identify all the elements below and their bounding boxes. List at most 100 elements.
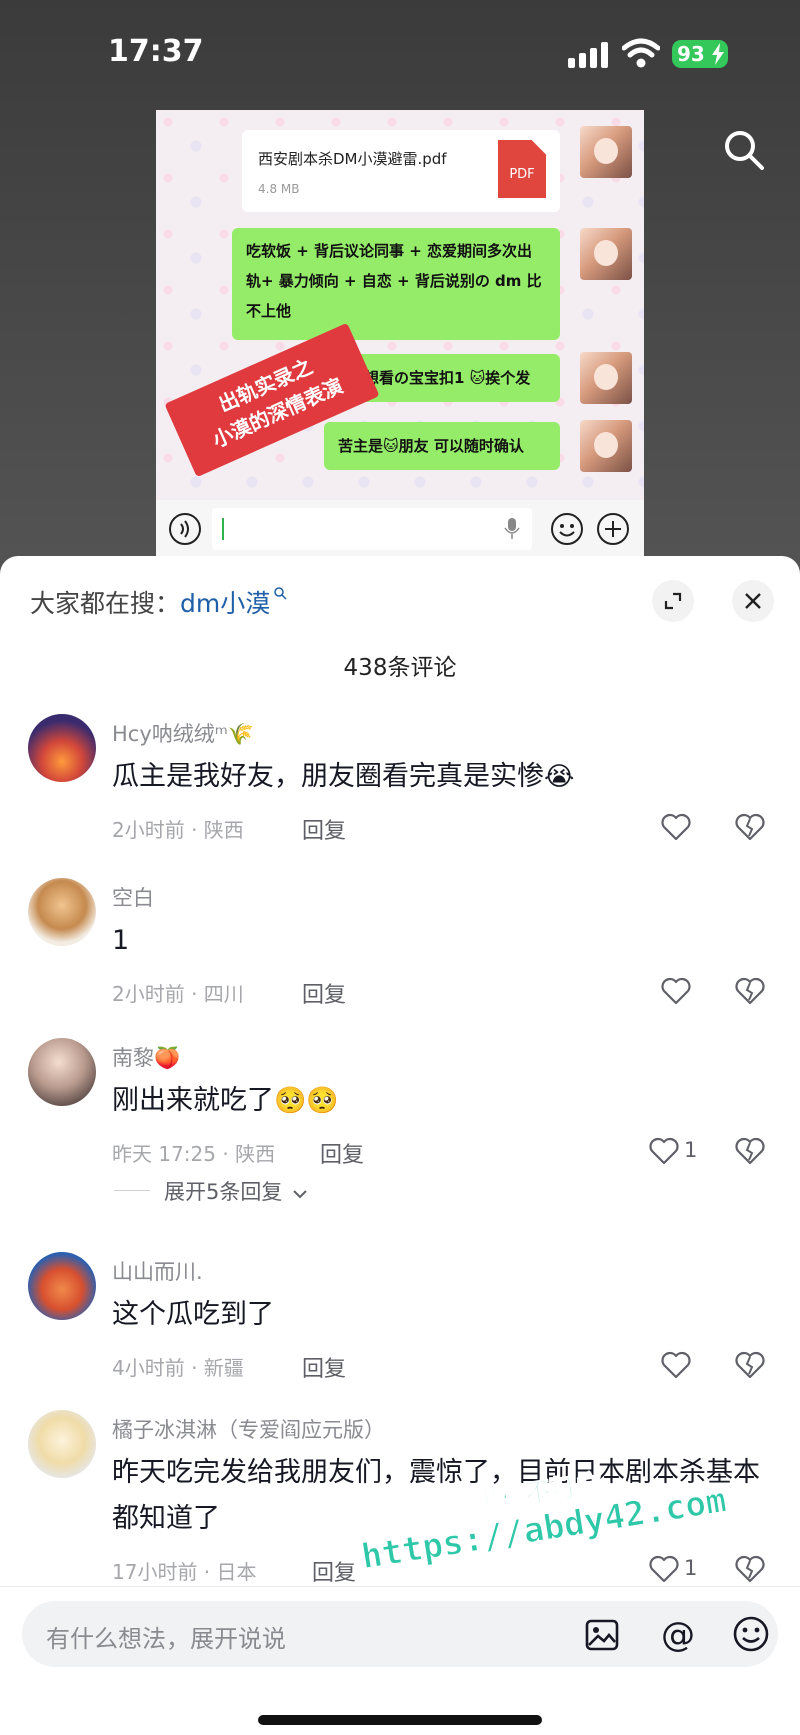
mention-button[interactable]: @ — [658, 1615, 698, 1655]
close-icon — [745, 593, 761, 609]
emoji-icon — [551, 513, 583, 545]
status-time: 17:37 — [108, 34, 204, 69]
expand-icon — [664, 592, 682, 610]
search-suggestion[interactable]: 大家都在搜：dm小漠 — [30, 584, 287, 620]
broken-heart-icon — [735, 813, 765, 841]
chat-avatar — [580, 420, 632, 472]
reply-button[interactable]: 回复 — [302, 1351, 346, 1383]
expand-replies-button[interactable]: 展开5条回复 — [164, 1176, 307, 1206]
comment-text: 1 — [112, 925, 130, 956]
pdf-icon: PDF — [498, 140, 546, 198]
chevron-down-icon — [293, 1190, 307, 1199]
expand-replies-label: 展开5条回复 — [164, 1180, 283, 1204]
close-button[interactable] — [732, 580, 774, 622]
comment-item: 山山而川. 这个瓜吃到了 4小时前 · 新疆 回复 — [0, 1252, 800, 1402]
chat-input-bar — [156, 500, 644, 558]
heart-icon — [661, 813, 691, 841]
comment-meta: 2小时前 · 陕西 — [112, 818, 244, 842]
comment-username[interactable]: 山山而川. — [112, 1256, 203, 1286]
avatar[interactable] — [28, 878, 96, 946]
broken-heart-icon — [735, 1137, 765, 1165]
like-button[interactable] — [648, 1136, 688, 1168]
comment-text: 瓜主是我好友，朋友圈看完真是实惨😭 — [112, 754, 772, 800]
comment-meta: 4小时前 · 新疆 — [112, 1356, 244, 1380]
charging-bolt-icon — [712, 43, 724, 65]
comment-username[interactable]: 橘子冰淇淋（专爱阎应元版） — [112, 1414, 385, 1444]
reply-button[interactable]: 回复 — [302, 813, 346, 845]
comment-count: 438条评论 — [343, 655, 457, 681]
comment-text: 刚出来就吃了🥺🥺 — [112, 1078, 772, 1124]
like-button[interactable] — [660, 1350, 700, 1382]
dislike-button[interactable] — [734, 1136, 774, 1168]
broken-heart-icon — [735, 977, 765, 1005]
comment-username[interactable]: 南黎🍑 — [112, 1042, 180, 1072]
comment-text: 这个瓜吃到了 — [112, 1299, 274, 1330]
avatar[interactable] — [28, 1410, 96, 1478]
home-indicator — [258, 1715, 542, 1725]
mic-icon — [504, 518, 520, 539]
comment-input-placeholder: 有什么想法，展开说说 — [46, 1625, 286, 1653]
chat-text-input — [212, 508, 532, 550]
plus-circle-icon — [597, 513, 629, 545]
search-suggestion-prefix: 大家都在搜： — [30, 589, 181, 618]
heart-icon — [649, 1137, 679, 1165]
file-name: 西安剧本杀DM小漠避雷.pdf — [258, 150, 447, 168]
dislike-button[interactable] — [734, 812, 774, 844]
chat-screenshot-image: 西安剧本杀DM小漠避雷.pdf 4.8 MB PDF 吃软饭 + 背后议论同事 … — [156, 110, 644, 558]
chat-bubble: 吃软饭 + 背后议论同事 + 恋爱期间多次出轨+ 暴力倾向 + 自恋 + 背后说… — [232, 228, 560, 340]
avatar[interactable] — [28, 714, 96, 782]
broken-heart-icon — [735, 1351, 765, 1379]
text-caret — [222, 518, 224, 540]
wifi-icon — [622, 38, 660, 68]
reply-button[interactable]: 回复 — [302, 977, 346, 1009]
signal-icon — [568, 42, 608, 68]
comment-username[interactable]: Hcy呐绒绒ᵐ🌾 — [112, 718, 254, 748]
dislike-button[interactable] — [734, 1350, 774, 1382]
chat-avatar — [580, 228, 632, 280]
avatar[interactable] — [28, 1252, 96, 1320]
comment-item: 南黎🍑 刚出来就吃了🥺🥺 昨天 17:25 · 陕西 回复 1 — [0, 1038, 800, 1188]
status-bar: 17:37 93 — [0, 0, 800, 110]
reply-button[interactable]: 回复 — [320, 1137, 364, 1169]
battery-level: 93 — [677, 42, 705, 66]
like-button[interactable] — [648, 1554, 688, 1586]
expand-button[interactable] — [652, 580, 694, 622]
heart-icon — [649, 1555, 679, 1583]
avatar[interactable] — [28, 1038, 96, 1106]
small-search-icon — [274, 587, 287, 600]
comment-input-bar: 有什么想法，展开说说 @ — [0, 1586, 800, 1735]
dislike-button[interactable] — [734, 976, 774, 1008]
search-suggestion-keyword[interactable]: dm小漠 — [180, 589, 270, 618]
comment-text-body: 瓜主是我好友，朋友圈看完真是实惨 — [112, 761, 544, 792]
emoji-icon[interactable] — [732, 1615, 770, 1653]
comment-item: 橘子冰淇淋（专爱阎应元版） 昨天吃完发给我朋友们，震惊了，目前日本剧本杀基本都知… — [0, 1410, 800, 1600]
comment-emoji: 🥺🥺 — [274, 1086, 339, 1116]
dislike-button[interactable] — [734, 1554, 774, 1586]
video-background: 17:37 93 西安剧本杀DM小漠避雷.pdf 4.8 MB PDF 吃软饭 … — [0, 0, 800, 600]
comment-meta: 17小时前 · 日本 — [112, 1560, 257, 1584]
like-count: 1 — [684, 1138, 698, 1162]
heart-icon — [661, 977, 691, 1005]
file-size: 4.8 MB — [258, 182, 300, 196]
comment-input[interactable]: 有什么想法，展开说说 @ — [22, 1601, 778, 1667]
comment-item: Hcy呐绒绒ᵐ🌾 瓜主是我好友，朋友圈看完真是实惨😭 2小时前 · 陕西 回复 — [0, 714, 800, 864]
search-icon[interactable] — [722, 128, 766, 172]
like-button[interactable] — [660, 812, 700, 844]
image-icon[interactable] — [584, 1617, 620, 1653]
comment-meta: 2小时前 · 四川 — [112, 982, 244, 1006]
like-button[interactable] — [660, 976, 700, 1008]
heart-icon — [661, 1351, 691, 1379]
comment-text-body: 刚出来就吃了 — [112, 1085, 274, 1116]
sheet-header: 大家都在搜：dm小漠 438条评论 — [0, 556, 800, 706]
comment-text: 昨天吃完发给我朋友们，震惊了，目前日本剧本杀基本都知道了 — [112, 1457, 760, 1534]
broken-heart-icon — [735, 1555, 765, 1583]
reply-button[interactable]: 回复 — [312, 1555, 356, 1587]
chat-avatar — [580, 352, 632, 404]
voice-icon — [169, 513, 201, 545]
chat-bubble: 想看の宝宝扣1 🐱挨个发 — [350, 354, 560, 402]
divider — [114, 1190, 150, 1191]
battery-indicator: 93 — [672, 40, 728, 68]
comment-username[interactable]: 空白 — [112, 882, 154, 912]
comment-meta: 昨天 17:25 · 陕西 — [112, 1142, 276, 1166]
like-count: 1 — [684, 1556, 698, 1580]
